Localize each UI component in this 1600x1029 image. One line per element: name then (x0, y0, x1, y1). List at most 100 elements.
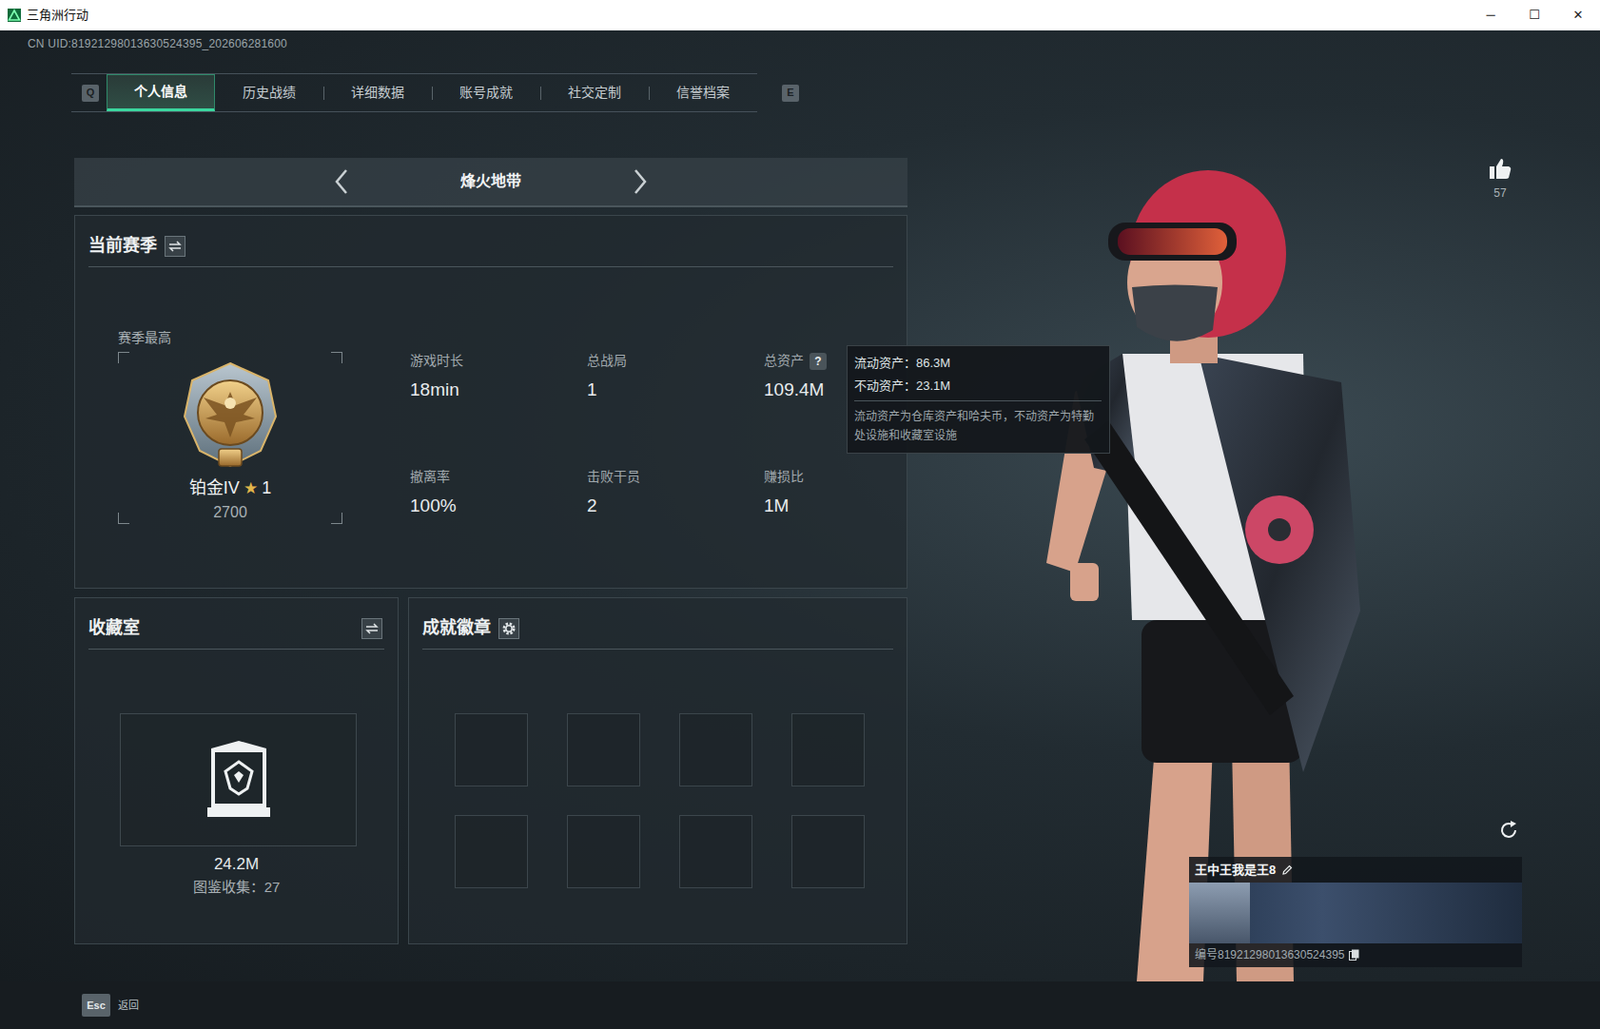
refresh-icon (1497, 819, 1521, 842)
platinum-rank-badge-icon (173, 359, 288, 474)
like-button[interactable]: 57 (1487, 156, 1513, 202)
stat-label: 游戏时长 (409, 351, 464, 371)
chevron-right-icon (632, 168, 648, 196)
badges-settings-button[interactable] (498, 618, 520, 640)
rank-score: 2700 (213, 501, 248, 525)
badge-slot[interactable] (791, 713, 865, 787)
profile-screen: CN UID:81921298013630524395_202606281600… (0, 30, 1600, 982)
chevron-left-icon (333, 168, 350, 196)
stat-value: 100% (409, 492, 587, 521)
tooltip-line: 流动资产：86.3M (854, 351, 1102, 375)
stat-value: 18min (409, 376, 587, 405)
prev-tab-key[interactable]: Q (81, 84, 99, 102)
window-control-button[interactable]: ☐ (1512, 0, 1557, 31)
uid-text: CN UID:81921298013630524395_202606281600 (27, 36, 908, 52)
mode-title: 烽火地带 (352, 170, 629, 194)
collection-title: 收藏室 (88, 615, 140, 642)
swap-icon (365, 623, 379, 635)
rank-name: 铂金IV (189, 475, 240, 502)
like-count: 57 (1493, 184, 1506, 202)
stat-label-row: 游戏时长 (409, 351, 587, 371)
avatar-picture (1189, 882, 1250, 944)
badge-slot[interactable] (454, 815, 528, 889)
stat-label: 击败干员 (586, 467, 641, 488)
season-stat: 游戏时长 18min (409, 351, 587, 405)
badges-panel: 成就徽章 (408, 597, 908, 945)
bottom-bar: Esc 返回 (0, 981, 1600, 1029)
profile-tab[interactable]: 信誉档案 (648, 74, 758, 112)
season-stat: 赚损比 1M (763, 467, 907, 521)
stat-value: 2 (586, 492, 764, 521)
panel-stack: 烽火地带 当前赛季 赛季最高 (74, 157, 908, 945)
tab-list: Q 个人信息历史战绩详细数据账号成就社交定制信誉档案 (71, 73, 758, 113)
badge-slot[interactable] (679, 815, 753, 889)
window-title: 三角洲行动 (26, 5, 89, 25)
mode-prev-button[interactable] (330, 166, 353, 197)
badge-slot[interactable] (454, 713, 528, 787)
player-card-banner-picture (1189, 882, 1522, 944)
stat-label-row: 撤离率 (409, 467, 587, 488)
stat-label: 总战局 (586, 351, 627, 371)
esc-key[interactable]: Esc (81, 994, 111, 1017)
stat-label-row: 总战局 (586, 351, 764, 371)
badge-slot[interactable] (566, 815, 641, 889)
tab-strip: Q 个人信息历史战绩详细数据账号成就社交定制信誉档案 E (71, 73, 908, 113)
player-name: 王中王我是王8 (1194, 860, 1276, 880)
profile-tab[interactable]: 个人信息 (106, 74, 215, 112)
season-title: 当前赛季 (88, 233, 157, 259)
rank-stars: 1 (261, 475, 272, 502)
badge-slot[interactable] (566, 713, 641, 787)
right-column: 57 (907, 30, 1600, 982)
left-column: CN UID:81921298013630524395_202606281600… (0, 30, 908, 982)
stat-value: 1M (763, 492, 907, 521)
help-button[interactable]: ? (809, 352, 827, 371)
collection-count: 图鉴收集：27 (75, 877, 398, 899)
pencil-icon[interactable] (1281, 864, 1293, 877)
title-bar: 三角洲行动 ─☐✕ (0, 0, 1600, 31)
badges-title: 成就徽章 (422, 615, 491, 642)
player-id: 编号81921298013630524395 (1194, 946, 1345, 964)
collection-switch-button[interactable] (361, 618, 383, 640)
stat-label-row: 赚损比 (763, 467, 907, 488)
window-control-button[interactable]: ✕ (1556, 0, 1600, 31)
mode-next-button[interactable] (628, 166, 652, 197)
mode-selector: 烽火地带 (74, 157, 908, 208)
stat-value: 1 (586, 376, 764, 405)
season-stat: 撤离率 100% (409, 467, 587, 521)
badge-slots (454, 713, 907, 889)
best-label: 赛季最高 (117, 328, 355, 349)
season-stats: 游戏时长18min总战局1总资产?109.4M撤离率100%击败干员2赚损比1M (409, 351, 907, 525)
collection-panel: 收藏室 (74, 597, 399, 945)
window-controls: ─☐✕ (1468, 0, 1600, 31)
app-logo-icon (7, 8, 21, 22)
season-panel: 当前赛季 赛季最高 (74, 214, 908, 589)
profile-tab[interactable]: 历史战绩 (214, 74, 324, 112)
season-stat: 击败干员 2 (586, 467, 764, 521)
tooltip-line: 不动资产：23.1M (854, 374, 1102, 398)
game-window: 三角洲行动 ─☐✕ CN UID:81921298013630524395_20… (0, 0, 1600, 1029)
next-tab-key[interactable]: E (781, 84, 800, 102)
copy-icon[interactable] (1348, 949, 1360, 961)
season-rank: 赛季最高 (117, 328, 355, 525)
stat-label-row: 击败干员 (586, 467, 764, 488)
stat-label: 撤离率 (409, 467, 450, 488)
asset-tooltip: 流动资产：86.3M不动资产：23.1M 流动资产为仓库资产和哈夫币，不动资产为… (846, 345, 1111, 454)
badge-slot[interactable] (679, 713, 753, 787)
badge-slot[interactable] (791, 815, 865, 889)
profile-tab[interactable]: 社交定制 (540, 74, 649, 112)
gear-icon (502, 622, 516, 636)
profile-tab[interactable]: 详细数据 (323, 74, 432, 112)
player-card: 王中王我是王8 编号81921298013630524395 (1189, 857, 1522, 968)
refresh-button[interactable] (1497, 818, 1521, 841)
display-case-icon (205, 739, 273, 821)
window-control-button[interactable]: ─ (1468, 0, 1513, 31)
stat-label: 赚损比 (763, 467, 804, 488)
season-switch-button[interactable] (164, 235, 186, 257)
stat-label: 总资产 (763, 351, 804, 371)
collection-showcase[interactable] (119, 713, 357, 847)
thumbs-up-icon (1487, 156, 1513, 181)
tooltip-note: 流动资产为仓库资产和哈夫币，不动资产为特勤处设施和收藏室设施 (854, 407, 1102, 446)
profile-tab[interactable]: 账号成就 (431, 74, 541, 112)
star-icon: ★ (243, 476, 258, 502)
back-label[interactable]: 返回 (117, 997, 139, 1015)
